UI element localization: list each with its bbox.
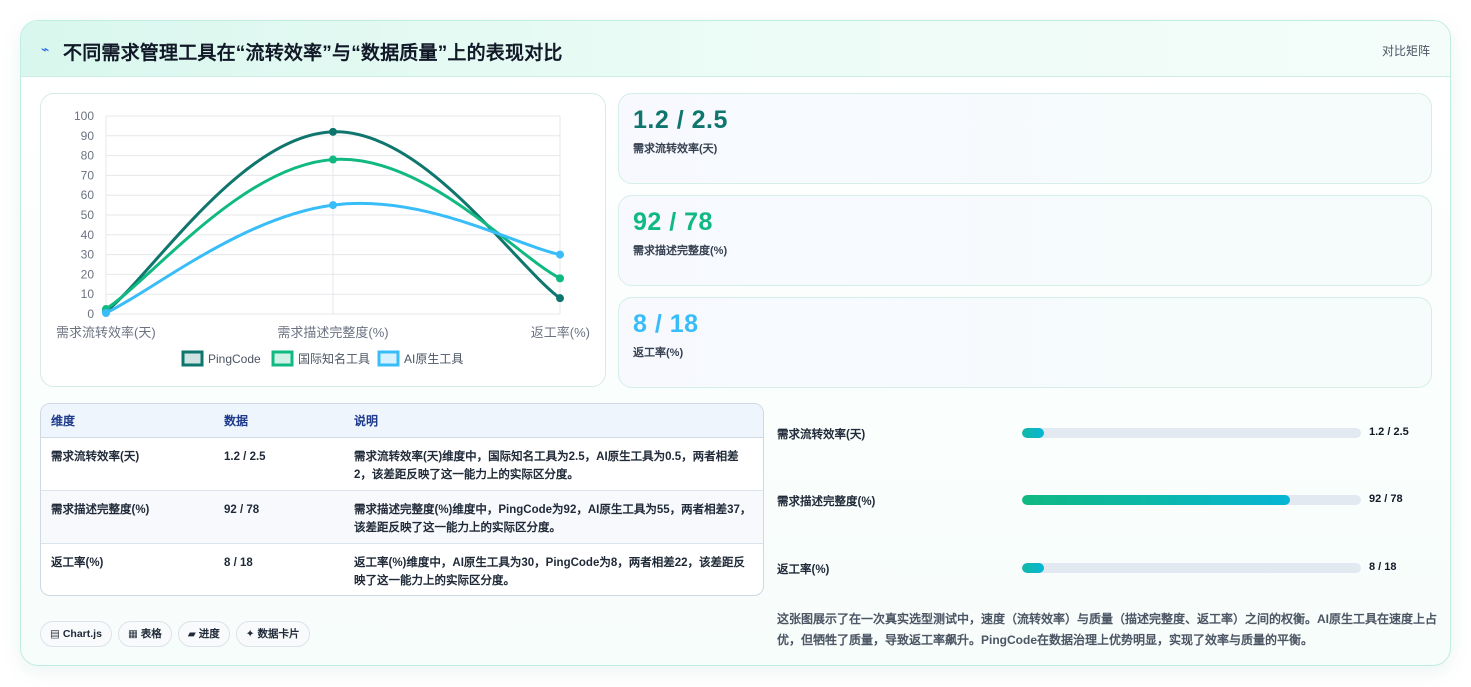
page-title: 不同需求管理工具在“流转效率”与“数据质量”上的表现对比 <box>63 43 563 64</box>
cell-data: 1.2 / 2.5 <box>214 437 344 491</box>
tag-data-card[interactable]: ✦ 数据卡片 <box>235 621 310 647</box>
cell-data: 8 / 18 <box>224 556 253 569</box>
kpi-value: 8 / 18 <box>633 310 699 338</box>
y-tick-label: 50 <box>81 208 95 222</box>
table-row: 需求流转效率(天) 1.2 / 2.5 需求流转效率(天)维度中，国际知名工具为… <box>41 437 763 491</box>
line-chart-panel: 0 10 20 30 40 50 60 70 80 90 100 需求流转效率(天) 需求描述完整度(%… <box>40 93 606 387</box>
progress-value: 1.2 / 2.5 <box>1369 426 1409 438</box>
data-point <box>329 127 337 136</box>
kpi-value: 92 / 78 <box>633 208 713 236</box>
cell-note: 需求流转效率(天)维度中，国际知名工具为2.5，AI原生工具为0.5，两者相差2… <box>344 437 763 491</box>
tag-table[interactable]: ▦ 表格 <box>117 621 172 647</box>
kpi-label: 需求流转效率(天) <box>633 143 718 155</box>
kpi-label: 需求描述完整度(%) <box>633 245 728 257</box>
y-tick-label: 90 <box>81 129 95 143</box>
legend-swatch <box>271 350 294 367</box>
chart-icon: ▤ <box>50 628 63 640</box>
bolt-icon: ⌁ <box>41 41 50 57</box>
y-tick-label: 30 <box>81 248 95 262</box>
cell-dimension: 需求流转效率(天) <box>41 437 214 491</box>
progress-value: 92 / 78 <box>1369 493 1403 505</box>
x-tick-label: 需求流转效率(天) <box>56 325 156 340</box>
cell-note: 返工率(%)维度中，AI原生工具为30，PingCode为8，两者相差22，该差… <box>354 556 746 587</box>
column-header-note: 说明 <box>344 404 763 438</box>
y-tick-label: 20 <box>81 267 95 281</box>
progress-row-efficiency: 需求流转效率(天) 1.2 / 2.5 <box>777 423 1437 443</box>
y-tick-label: 10 <box>81 287 95 301</box>
progress-fill <box>1022 495 1290 505</box>
cell-data: 92 / 78 <box>214 490 344 544</box>
progress-row-rework: 返工率(%) 8 / 18 <box>777 558 1437 578</box>
card-header: ⌁ 不同需求管理工具在“流转效率”与“数据质量”上的表现对比 对比矩阵 <box>21 21 1450 77</box>
column-header-dimension: 维度 <box>41 404 214 438</box>
line-chart: 0 10 20 30 40 50 60 70 80 90 100 需求流转效率(天) 需求描述完整度(%… <box>56 109 590 367</box>
data-point <box>556 294 564 303</box>
progress-track <box>1022 428 1361 438</box>
progress-list: 需求流转效率(天) 1.2 / 2.5 需求描述完整度(%) 92 / 78 返… <box>777 403 1437 603</box>
legend-swatch <box>377 350 400 367</box>
chart-description: 这张图展示了在一次真实选型测试中，速度（流转效率）与质量（描述完整度、返工率）之… <box>777 612 1438 647</box>
progress-fill <box>1022 428 1045 438</box>
table-row: 需求描述完整度(%) 92 / 78 需求描述完整度(%)维度中，PingCod… <box>41 490 763 544</box>
kpi-card-efficiency: 1.2 / 2.5 需求流转效率(天) <box>618 93 1432 184</box>
x-tick-label: 需求描述完整度(%) <box>277 325 388 340</box>
data-point <box>102 309 110 318</box>
tech-tags: ▤ Chart.js ▦ 表格 ▰ 进度 ✦ 数据卡片 <box>40 621 316 649</box>
y-tick-label: 40 <box>81 228 95 242</box>
data-point <box>329 201 337 210</box>
kpi-label: 返工率(%) <box>633 347 684 359</box>
progress-value: 8 / 18 <box>1369 561 1397 573</box>
cell-note: 需求描述完整度(%)维度中，PingCode为92，AI原生工具为55，两者相差… <box>344 490 763 544</box>
y-tick-label: 100 <box>74 109 94 123</box>
data-point <box>556 274 564 283</box>
cell-dimension: 需求描述完整度(%) <box>41 490 214 544</box>
progress-icon: ▰ <box>187 628 199 640</box>
progress-fill <box>1022 563 1045 573</box>
kpi-card-completeness: 92 / 78 需求描述完整度(%) <box>618 195 1432 286</box>
tag-progress[interactable]: ▰ 进度 <box>177 621 230 647</box>
progress-label: 返工率(%) <box>777 564 830 576</box>
column-header-data: 数据 <box>214 404 344 438</box>
data-table-panel: 维度 数据 说明 需求流转效率(天) 1.2 / 2.5 需求流转效率(天)维度… <box>40 403 764 596</box>
legend-swatch <box>181 350 204 367</box>
progress-track <box>1022 495 1361 505</box>
table-header-row: 维度 数据 说明 <box>41 404 763 438</box>
kpi-value: 1.2 / 2.5 <box>633 106 728 134</box>
tag-chartjs[interactable]: ▤ Chart.js <box>40 621 112 647</box>
x-tick-label: 返工率(%) <box>531 325 590 340</box>
data-table: 维度 数据 说明 需求流转效率(天) 1.2 / 2.5 需求流转效率(天)维度… <box>41 404 763 595</box>
data-point <box>329 155 337 164</box>
legend-label: 国际知名工具 <box>298 351 370 366</box>
matrix-tag: 对比矩阵 <box>1381 44 1430 58</box>
progress-row-completeness: 需求描述完整度(%) 92 / 78 <box>777 490 1437 510</box>
kpi-card-rework: 8 / 18 返工率(%) <box>618 297 1432 388</box>
table-row: 返工率(%) 8 / 18 返工率(%)维度中，AI原生工具为30，PingCo… <box>41 543 763 595</box>
cell-dimension: 返工率(%) <box>51 556 104 569</box>
sparkle-icon: ✦ <box>245 628 258 640</box>
progress-track <box>1022 563 1361 573</box>
y-tick-label: 60 <box>81 188 95 202</box>
y-tick-label: 70 <box>81 168 95 182</box>
y-tick-label: 80 <box>81 149 95 163</box>
table-icon: ▦ <box>127 628 141 640</box>
y-tick-label: 0 <box>87 307 94 321</box>
legend-label: AI原生工具 <box>404 352 463 366</box>
progress-label: 需求流转效率(天) <box>777 429 866 441</box>
data-point <box>556 250 564 259</box>
comparison-card: ⌁ 不同需求管理工具在“流转效率”与“数据质量”上的表现对比 对比矩阵 0 10 2… <box>20 20 1451 666</box>
progress-label: 需求描述完整度(%) <box>777 496 876 508</box>
legend-label: PingCode <box>208 352 261 366</box>
